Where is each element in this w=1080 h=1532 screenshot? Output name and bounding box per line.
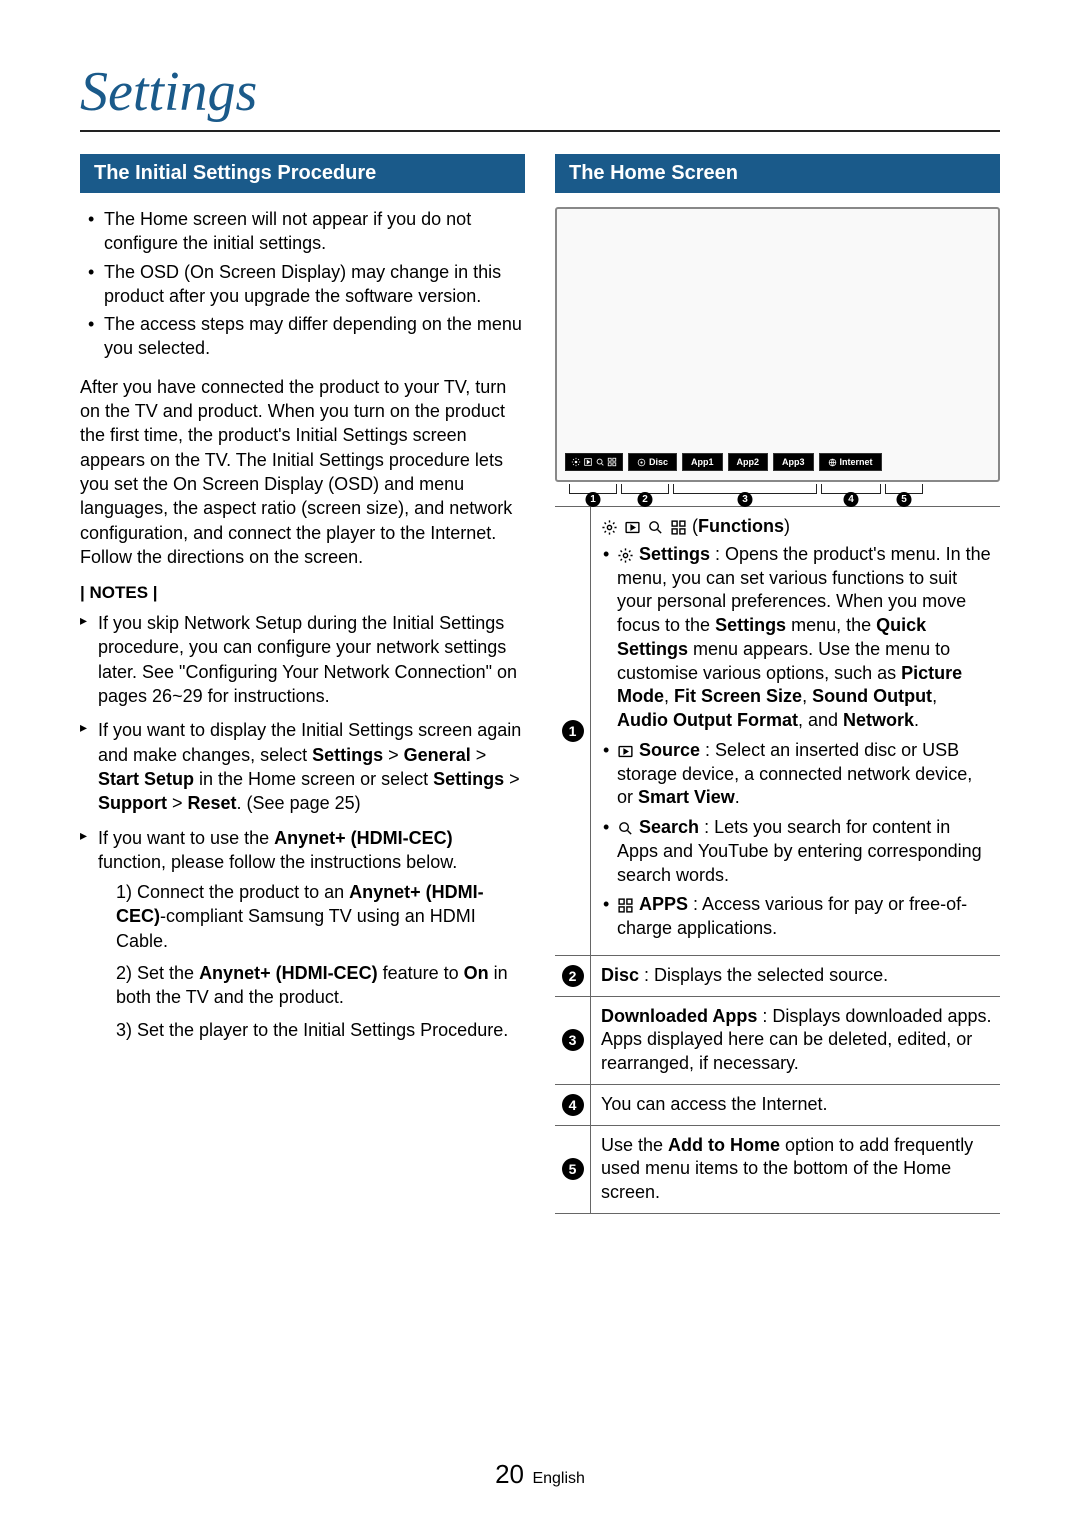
sub-note: 1) Connect the product to an Anynet+ (HD…: [116, 880, 525, 953]
home-screen-diagram: Disc App1 App2 App3 Internet 1 2 3 4 5: [555, 207, 1000, 482]
source-icon: [617, 743, 634, 760]
note-item: If you want to display the Initial Setti…: [98, 718, 525, 815]
bullet: The Home screen will not appear if you d…: [104, 207, 525, 256]
search-icon: [647, 519, 664, 536]
source-icon: [624, 519, 641, 536]
initial-paragraph: After you have connected the product to …: [80, 375, 525, 569]
taskbar: Disc App1 App2 App3 Internet: [565, 450, 990, 474]
page-language: English: [532, 1470, 584, 1487]
taskbar-disc: Disc: [628, 453, 677, 471]
legend-table: 1 (Functions): [555, 506, 1000, 1214]
callout-3-icon: 3: [562, 1029, 584, 1051]
gear-icon: [601, 519, 618, 536]
functions-icons-row: [601, 519, 687, 536]
page-number: 20: [495, 1459, 524, 1489]
callout-1-icon: 1: [562, 720, 584, 742]
initial-bullets: The Home screen will not appear if you d…: [80, 207, 525, 361]
legend-item-search: Search : Lets you search for content in …: [617, 816, 992, 887]
page-footer: 20 English: [0, 1459, 1080, 1490]
legend-item-apps: APPS : Access various for pay or free-of…: [617, 893, 992, 941]
section-header-home: The Home Screen: [555, 154, 1000, 193]
legend-row-5: 5 Use the Add to Home option to add freq…: [555, 1126, 1000, 1214]
legend-row-3: 3 Downloaded Apps : Displays downloaded …: [555, 997, 1000, 1085]
sub-note: 3) Set the player to the Initial Setting…: [116, 1018, 525, 1042]
note-item: If you skip Network Setup during the Ini…: [98, 611, 525, 708]
bullet: The OSD (On Screen Display) may change i…: [104, 260, 525, 309]
callout-5-icon: 5: [562, 1158, 584, 1180]
taskbar-function-icons: [565, 453, 623, 471]
search-icon: [617, 820, 634, 837]
right-column: The Home Screen Disc App1 App2: [555, 154, 1000, 1214]
notes-label: | NOTES |: [80, 583, 525, 603]
left-column: The Initial Settings Procedure The Home …: [80, 154, 525, 1214]
callout-2-icon: 2: [562, 965, 584, 987]
notes-list: If you skip Network Setup during the Ini…: [80, 611, 525, 1042]
legend-item-settings: Settings : Opens the product's menu. In …: [617, 543, 992, 733]
taskbar-app2: App2: [728, 453, 769, 471]
legend-item-source: Source : Select an inserted disc or USB …: [617, 739, 992, 810]
legend-row-2: 2 Disc : Displays the selected source.: [555, 956, 1000, 997]
legend-row-1: 1 (Functions): [555, 507, 1000, 956]
callout-4-icon: 4: [562, 1094, 584, 1116]
note-item: If you want to use the Anynet+ (HDMI-CEC…: [98, 826, 525, 1042]
taskbar-internet: Internet: [819, 453, 882, 471]
bullet: The access steps may differ depending on…: [104, 312, 525, 361]
taskbar-app1: App1: [682, 453, 723, 471]
apps-icon: [617, 897, 634, 914]
legend-row-4: 4 You can access the Internet.: [555, 1085, 1000, 1126]
page-title: Settings: [80, 60, 1000, 132]
sub-note: 2) Set the Anynet+ (HDMI-CEC) feature to…: [116, 961, 525, 1010]
section-header-initial: The Initial Settings Procedure: [80, 154, 525, 193]
apps-icon: [670, 519, 687, 536]
gear-icon: [617, 547, 634, 564]
taskbar-app3: App3: [773, 453, 814, 471]
